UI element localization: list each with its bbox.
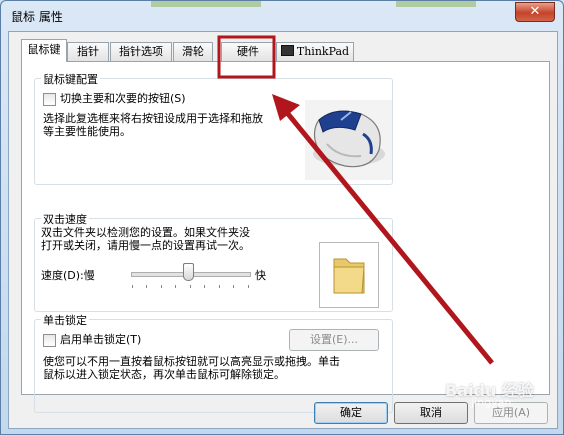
group-title: 双击速度 bbox=[41, 211, 89, 227]
title-bar[interactable]: 鼠标 属性 ✕ bbox=[1, 1, 563, 31]
cancel-button[interactable]: 取消 bbox=[394, 402, 468, 424]
fast-label: 快 bbox=[255, 269, 266, 282]
tab-panel: 鼠标键配置 切换主要和次要的按钮(S) 选择此复选框来将右按钮设成用于选择和拖放… bbox=[21, 61, 550, 413]
slider-tick bbox=[219, 285, 220, 288]
ok-button[interactable]: 确定 bbox=[314, 402, 388, 424]
double-click-group: 双击速度 双击文件夹以检测您的设置。如果文件夹没 打开或关闭，请用慢一点的设置再… bbox=[34, 211, 393, 312]
description-text: 打开或关闭，请用慢一点的设置再试一次。 bbox=[41, 239, 250, 252]
button-label: 取消 bbox=[420, 406, 442, 419]
watermark-sub: jingyan bbox=[471, 396, 512, 409]
tab-thinkpad[interactable]: ThinkPad bbox=[276, 42, 354, 61]
button-label: 确定 bbox=[340, 406, 362, 419]
speed-label: 速度(D):慢 bbox=[41, 269, 95, 282]
slider-tick bbox=[132, 285, 133, 288]
slider-tick bbox=[233, 285, 234, 288]
switch-buttons-checkbox[interactable] bbox=[43, 93, 56, 106]
tab-label: ThinkPad bbox=[296, 45, 350, 58]
slider-tick bbox=[161, 285, 162, 288]
close-icon: ✕ bbox=[529, 4, 541, 19]
tab-label: 滑轮 bbox=[182, 45, 204, 58]
folder-icon bbox=[333, 258, 365, 294]
mouse-properties-dialog: 鼠标 属性 ✕ 鼠标键 指针 指针选项 滑轮 硬件 ThinkPad 鼠标键配置… bbox=[0, 0, 564, 435]
mouse-illustration bbox=[305, 100, 392, 180]
button-config-group: 鼠标键配置 切换主要和次要的按钮(S) 选择此复选框来将右按钮设成用于选择和拖放… bbox=[34, 71, 393, 185]
tab-mouse-buttons[interactable]: 鼠标键 bbox=[21, 39, 67, 62]
slider-tick bbox=[204, 285, 205, 288]
slider-tick bbox=[146, 285, 147, 288]
thinkpad-icon bbox=[280, 45, 294, 56]
description-text: 双击文件夹以检测您的设置。如果文件夹没 bbox=[41, 226, 250, 239]
group-title: 单击锁定 bbox=[41, 312, 89, 328]
description-text: 等主要性能使用。 bbox=[43, 125, 131, 138]
tab-hardware[interactable]: 硬件 bbox=[221, 42, 275, 61]
tab-label: 鼠标键 bbox=[27, 43, 61, 56]
slider-tick bbox=[175, 285, 176, 288]
click-lock-label[interactable]: 启用单击锁定(T) bbox=[60, 333, 141, 346]
test-folder-area[interactable] bbox=[319, 242, 379, 308]
tab-label: 指针选项 bbox=[119, 45, 163, 58]
speed-slider-thumb[interactable] bbox=[182, 263, 194, 281]
window-title: 鼠标 属性 bbox=[11, 10, 63, 24]
description-text: 选择此复选框来将右按钮设成用于选择和拖放 bbox=[43, 112, 263, 125]
click-lock-checkbox[interactable] bbox=[43, 334, 56, 347]
click-lock-settings-button[interactable]: 设置(E)... bbox=[289, 329, 379, 351]
mouse-icon bbox=[313, 110, 385, 168]
tab-label: 指针 bbox=[77, 45, 99, 58]
slider-tick bbox=[248, 285, 249, 288]
tab-label: 硬件 bbox=[237, 45, 259, 58]
tab-wheel[interactable]: 滑轮 bbox=[173, 42, 213, 61]
tab-pointers[interactable]: 指针 bbox=[67, 42, 109, 61]
tab-pointer-options[interactable]: 指针选项 bbox=[110, 42, 172, 61]
group-title: 鼠标键配置 bbox=[41, 71, 100, 87]
slider-tick bbox=[190, 285, 191, 288]
switch-buttons-label[interactable]: 切换主要和次要的按钮(S) bbox=[60, 92, 186, 105]
description-text: 鼠标以进入锁定状态，再次单击鼠标可解除锁定。 bbox=[43, 368, 285, 381]
button-label: 设置(E)... bbox=[309, 333, 359, 346]
close-button[interactable]: ✕ bbox=[515, 2, 555, 22]
click-lock-group: 单击锁定 启用单击锁定(T) 设置(E)... 使您可以不用一直按着鼠标按钮就可… bbox=[34, 312, 393, 413]
description-text: 使您可以不用一直按着鼠标按钮就可以高亮显示或拖拽。单击 bbox=[43, 355, 340, 368]
dialog-client-area: 鼠标键 指针 指针选项 滑轮 硬件 ThinkPad 鼠标键配置 切换主要和次要… bbox=[8, 31, 558, 429]
